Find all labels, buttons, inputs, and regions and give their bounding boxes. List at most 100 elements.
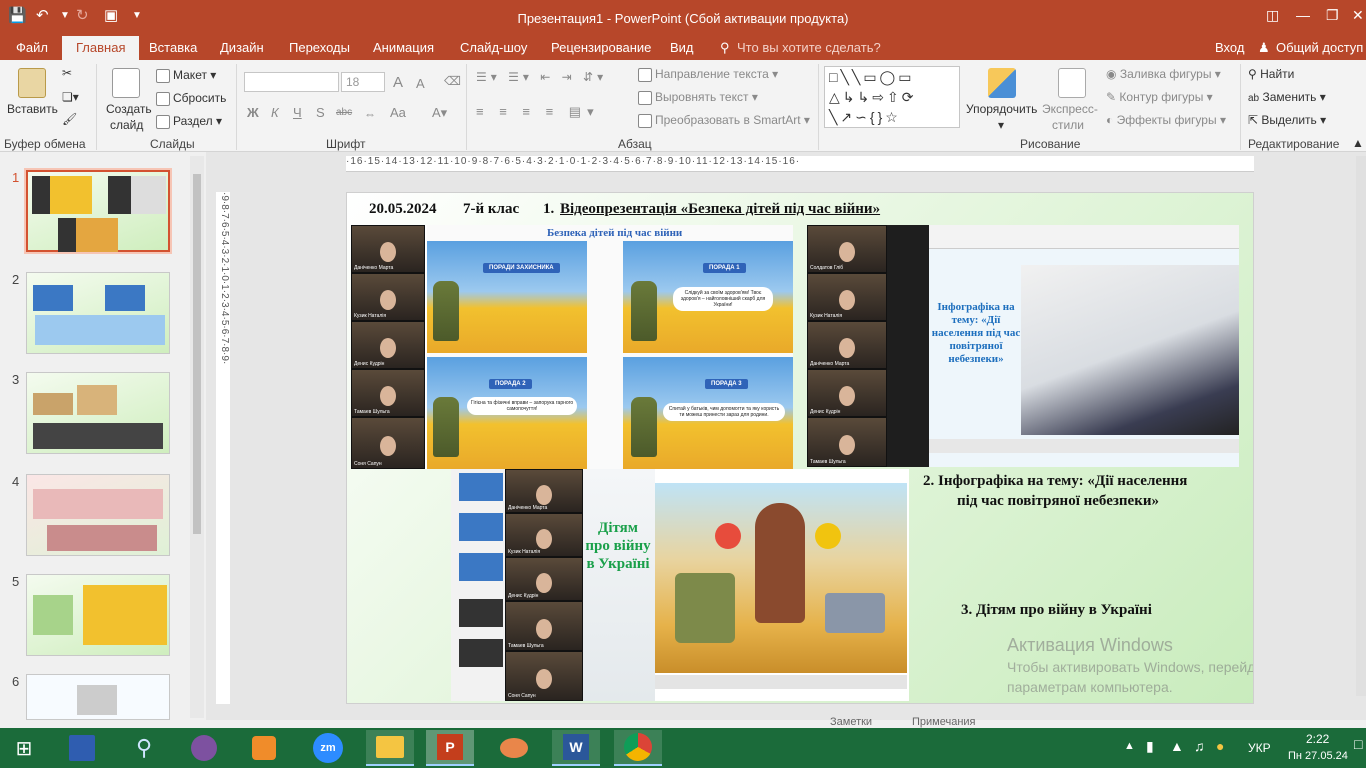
paste-button[interactable]: Вставить [7, 102, 58, 116]
slide-thumbnail-2[interactable] [26, 272, 170, 354]
notifications-icon[interactable]: □ [1354, 736, 1362, 752]
strikethrough-button[interactable]: abc [336, 107, 352, 118]
share-button[interactable]: Общий доступ [1276, 40, 1363, 55]
item1-number: 1. [543, 201, 555, 217]
slide-thumbnail-1[interactable] [26, 170, 170, 252]
input-language[interactable]: УКР [1248, 741, 1271, 755]
battery-icon[interactable]: ▮ [1146, 738, 1154, 755]
maximize-icon[interactable]: ❐ [1326, 7, 1339, 24]
cut-icon[interactable]: ✂ [62, 66, 72, 80]
font-color-icon[interactable]: A▾ [432, 105, 447, 121]
arrange-icon[interactable] [988, 68, 1016, 98]
italic-button[interactable]: К [271, 105, 279, 120]
taskbar-app[interactable] [366, 730, 414, 766]
clock-time[interactable]: 2:22 [1306, 732, 1329, 746]
screenshot-video-presentation[interactable]: Даніченко Марта Кузик Наталія Денис Кудр… [351, 225, 793, 469]
smartart-button[interactable]: Преобразовать в SmartArt ▾ [638, 113, 810, 128]
quick-styles-icon[interactable] [1058, 68, 1086, 98]
sign-in-link[interactable]: Вход [1215, 40, 1244, 55]
paste-icon[interactable] [18, 68, 46, 98]
tab-review[interactable]: Рецензирование [551, 40, 651, 55]
viber-icon [191, 735, 217, 761]
section-button[interactable]: Раздел ▾ [156, 114, 222, 129]
slide-thumbnail-5[interactable] [26, 574, 170, 656]
show-hidden-icons-icon[interactable]: ▲ [1124, 740, 1135, 752]
notes-button[interactable]: Заметки [830, 716, 872, 728]
wifi-icon[interactable]: ▲ [1170, 738, 1184, 754]
shape-effects-button[interactable]: ◐ Эффекты фигуры ▾ [1106, 113, 1226, 127]
change-case-button[interactable]: Aa [390, 105, 406, 120]
tab-insert[interactable]: Вставка [149, 40, 197, 55]
current-slide[interactable]: 20.05.2024 7-й клас 1. Відеопрезентація … [346, 192, 1254, 704]
bold-button[interactable]: Ж [247, 105, 259, 120]
taskbar-app[interactable]: W [552, 730, 600, 766]
taskbar-app[interactable]: ⚲ [120, 730, 168, 766]
screenshot-infographic[interactable]: Солдатов Гліб Кузик Наталія Даніченко Ма… [807, 225, 1239, 467]
taskbar-app[interactable] [240, 730, 288, 766]
volume-icon[interactable]: ♫ [1194, 738, 1205, 754]
select-button[interactable]: ⇱ Выделить ▾ [1248, 113, 1326, 127]
taskbar-app[interactable]: P [426, 730, 474, 766]
app-tray-icon[interactable]: ● [1216, 738, 1224, 754]
ribbon-display-options-icon[interactable]: ◫ [1266, 7, 1279, 24]
tell-me-search[interactable]: Что вы хотите сделать? [737, 40, 881, 55]
taskbar-app[interactable] [614, 730, 662, 766]
shape-outline-button[interactable]: ✎ Контур фигуры ▾ [1106, 90, 1213, 104]
font-size-combo[interactable]: 18 [341, 72, 385, 92]
tab-view[interactable]: Вид [670, 40, 694, 55]
item2-line1: 2. Інфографіка на тему: «Дії населення [923, 473, 1188, 489]
tab-home[interactable]: Главная [62, 36, 140, 60]
reset-button[interactable]: Сбросить [156, 91, 226, 106]
character-spacing-icon[interactable]: ⇔ [364, 107, 376, 121]
arrange-button[interactable]: Упорядочить [966, 102, 1037, 116]
tab-file[interactable]: Файл [16, 40, 48, 55]
font-family-combo[interactable] [244, 72, 339, 92]
taskbar-app[interactable] [58, 730, 106, 766]
clear-formatting-icon[interactable]: ⌫ [444, 74, 461, 88]
slide-number: 4 [12, 474, 20, 489]
shrink-font-button[interactable]: A [416, 76, 425, 91]
start-button[interactable]: ⊞ [0, 730, 48, 766]
replace-button[interactable]: ab Заменить ▾ [1248, 90, 1326, 104]
grow-font-button[interactable]: A [393, 74, 403, 91]
shape-fill-button[interactable]: ◉ Заливка фигуры ▾ [1106, 67, 1221, 81]
layout-button[interactable]: Макет ▾ [156, 68, 216, 83]
editor-scrollbar[interactable] [1356, 156, 1366, 696]
quick-styles-label[interactable]: стили [1052, 118, 1084, 132]
quick-styles-button[interactable]: Экспресс- [1042, 102, 1098, 116]
collapse-ribbon-icon[interactable]: ▲ [1352, 136, 1364, 150]
thumbnails-scrollbar[interactable] [190, 156, 204, 718]
taskbar-app[interactable]: zm [304, 730, 352, 766]
copy-icon[interactable]: ❏▾ [62, 90, 79, 104]
slide-thumbnail-3[interactable] [26, 372, 170, 454]
magnifier-app-icon: ⚲ [135, 735, 153, 760]
tab-design[interactable]: Дизайн [220, 40, 264, 55]
underline-button[interactable]: Ч [293, 105, 302, 120]
align-text-button[interactable]: Выровнять текст ▾ [638, 90, 758, 105]
kids-poster [655, 483, 907, 673]
taskbar-app[interactable] [180, 730, 228, 766]
new-slide-button[interactable]: Создать [106, 102, 152, 116]
shapes-gallery[interactable]: □╲╲▭◯▭ △↳↳⇨⇧⟳ ╲↗∽{}☆ [824, 66, 960, 128]
new-slide-icon[interactable] [112, 68, 140, 98]
screenshot-kids-video[interactable]: Даніченко Марта Кузик Наталія Денис Кудр… [451, 469, 909, 701]
tab-slideshow[interactable]: Слайд-шоу [460, 40, 527, 55]
find-button[interactable]: ⚲ Найти [1248, 67, 1294, 81]
tab-animations[interactable]: Анимация [373, 40, 434, 55]
webcam-tile: Кузик Наталія [807, 273, 887, 321]
shadow-button[interactable]: S [316, 105, 325, 120]
slide-thumbnail-4[interactable] [26, 474, 170, 556]
arrange-dropdown-icon[interactable]: ▾ [998, 118, 1004, 132]
format-painter-icon[interactable]: 🖌 [62, 112, 77, 126]
text-direction-button[interactable]: Направление текста ▾ [638, 67, 778, 82]
taskbar-app[interactable] [490, 730, 538, 766]
minimize-icon[interactable]: — [1296, 7, 1310, 23]
align-buttons[interactable]: ≡ ≡ ≡ ≡ ▤▾ [476, 104, 600, 120]
slide-thumbnail-6[interactable] [26, 674, 170, 720]
clock-date[interactable]: Пн 27.05.24 [1288, 750, 1348, 762]
tab-transitions[interactable]: Переходы [289, 40, 350, 55]
list-buttons[interactable]: ☰▾ ☰▾ ⇤ ⇥ ⇵▾ [476, 70, 607, 84]
new-slide-label[interactable]: слайд [110, 118, 143, 132]
close-icon[interactable]: ✕ [1352, 7, 1364, 24]
comments-button[interactable]: Примечания [912, 716, 976, 728]
